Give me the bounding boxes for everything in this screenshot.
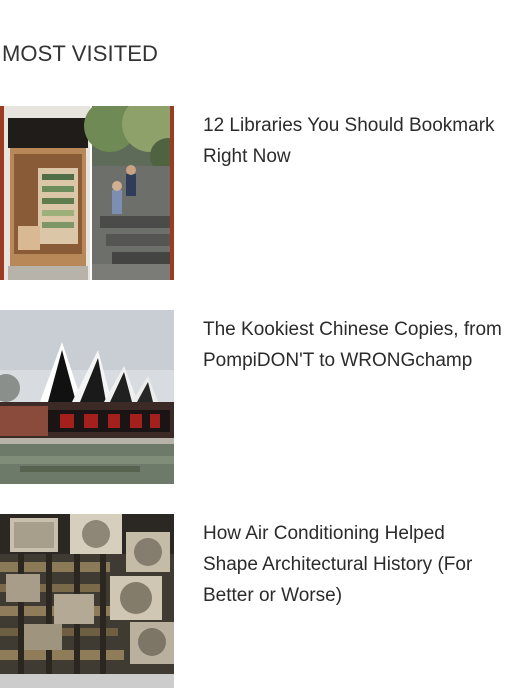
libraries-thumbnail[interactable] — [0, 106, 174, 280]
air-conditioners-photo-icon — [0, 514, 174, 674]
list-item-air-conditioning[interactable]: How Air Conditioning Helped Shape Archit… — [0, 514, 515, 689]
library-photo-icon — [0, 106, 174, 280]
chinese-copies-thumbnail[interactable] — [0, 310, 174, 484]
air-conditioning-thumbnail[interactable] — [0, 514, 174, 688]
headline[interactable]: 12 Libraries You Should Bookmark Right N… — [203, 110, 503, 172]
list-item-chinese-copies[interactable]: The Kookiest Chinese Copies, from PompiD… — [0, 310, 515, 485]
opera-house-copy-photo-icon — [0, 310, 174, 484]
section-title: MOST VISITED — [2, 41, 159, 66]
headline[interactable]: The Kookiest Chinese Copies, from PompiD… — [203, 314, 503, 376]
list-item-libraries[interactable]: 12 Libraries You Should Bookmark Right N… — [0, 106, 515, 281]
headline[interactable]: How Air Conditioning Helped Shape Archit… — [203, 518, 503, 611]
